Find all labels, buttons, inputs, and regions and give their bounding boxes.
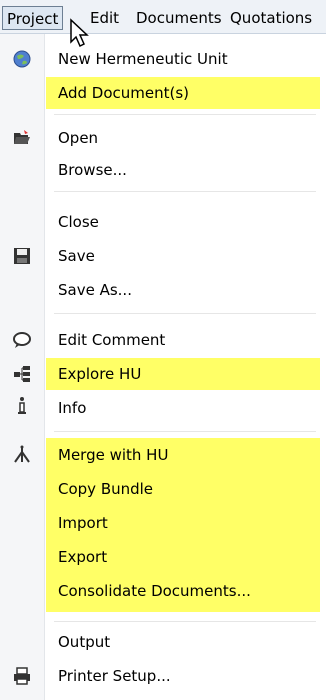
mouse-cursor-icon <box>69 18 91 48</box>
menu-item-label: Save As... <box>58 281 132 299</box>
menu-item-label: Output <box>58 633 111 651</box>
menu-item-label: Consolidate Documents... <box>58 582 251 600</box>
menu-item-output[interactable]: Output <box>46 626 320 658</box>
globe-icon <box>12 49 32 69</box>
menu-item-label: Explore HU <box>58 365 142 383</box>
menu-item-label: Printer Setup... <box>58 667 171 685</box>
menu-item-label: Browse... <box>58 161 127 179</box>
menu-item-save[interactable]: Save <box>46 240 320 272</box>
menu-item-merge-with-hu[interactable]: Merge with HU <box>46 438 320 472</box>
menu-documents[interactable]: Documents <box>132 6 226 30</box>
menu-item-save-as[interactable]: Save As... <box>46 274 320 306</box>
menu-separator <box>54 431 316 432</box>
project-dropdown-menu: New Hermeneutic Unit Add Document(s) Ope… <box>0 34 326 700</box>
menu-item-label: Merge with HU <box>58 446 169 464</box>
floppy-disk-icon <box>12 246 32 266</box>
menu-project[interactable]: Project <box>2 6 64 30</box>
menu-item-label: Save <box>58 247 95 265</box>
menu-item-close[interactable]: Close <box>46 206 320 238</box>
menu-quotations[interactable]: Quotations <box>226 6 316 30</box>
menu-item-label: Copy Bundle <box>58 480 154 498</box>
menu-edit[interactable]: Edit <box>86 6 123 30</box>
menu-item-label: Export <box>58 548 108 566</box>
menu-item-label: Close <box>58 213 99 231</box>
menu-item-browse[interactable]: Browse... <box>46 154 320 186</box>
info-icon <box>12 396 32 416</box>
menu-item-printer-setup[interactable]: Printer Setup... <box>46 660 320 692</box>
menu-item-label: Info <box>58 399 87 417</box>
menu-item-consolidate-documents[interactable]: Consolidate Documents... <box>46 574 320 612</box>
menu-item-open[interactable]: Open <box>46 122 320 154</box>
menu-item-edit-comment[interactable]: Edit Comment <box>46 324 320 356</box>
menu-item-copy-bundle[interactable]: Copy Bundle <box>46 472 320 506</box>
menu-item-label: Edit Comment <box>58 331 166 349</box>
folder-open-icon <box>12 128 32 148</box>
menu-item-explore-hu[interactable]: Explore HU <box>46 358 320 390</box>
merge-icon <box>12 444 32 464</box>
menu-item-label: Add Document(s) <box>58 84 190 102</box>
menu-item-add-documents[interactable]: Add Document(s) <box>46 77 320 109</box>
menu-separator <box>54 313 316 314</box>
menu-item-export[interactable]: Export <box>46 540 320 574</box>
menu-separator <box>54 114 316 115</box>
menu-bar: Project Edit Documents Quotations <box>0 0 326 34</box>
menu-separator <box>54 621 316 622</box>
menu-item-label: Import <box>58 514 108 532</box>
menu-item-label: Open <box>58 129 99 147</box>
printer-icon <box>12 666 32 686</box>
menu-item-info[interactable]: Info <box>46 392 320 424</box>
menu-item-import[interactable]: Import <box>46 506 320 540</box>
speech-bubble-icon <box>12 330 32 350</box>
tree-explorer-icon <box>12 364 32 384</box>
menu-separator <box>54 191 316 192</box>
